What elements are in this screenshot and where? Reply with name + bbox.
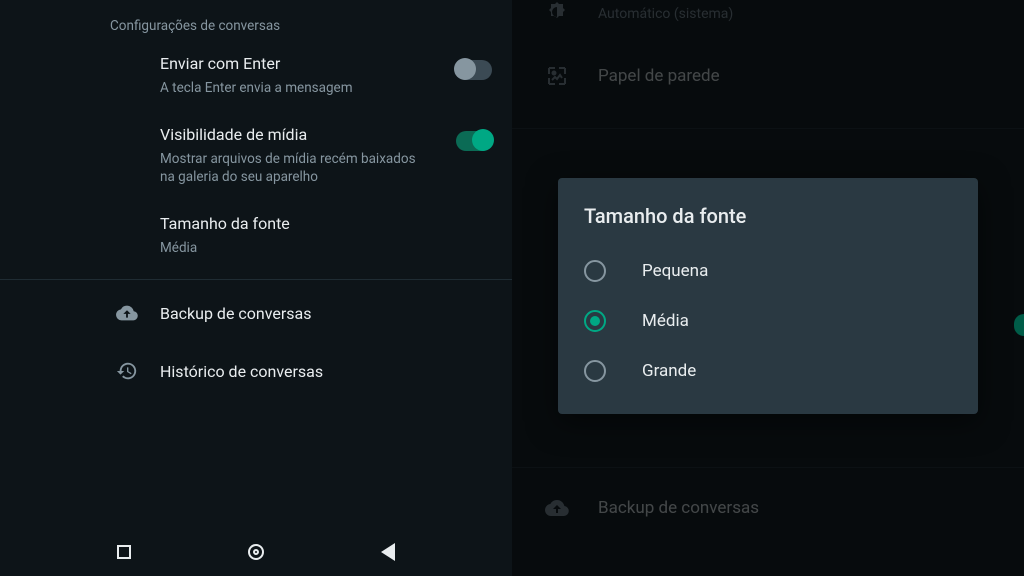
setting-chat-backup[interactable]: Backup de conversas [0, 284, 512, 342]
nav-back-button[interactable] [381, 543, 395, 561]
setting-title: Histórico de conversas [160, 362, 323, 381]
setting-title: Tamanho da fonte [160, 214, 492, 235]
radio-icon [584, 360, 606, 382]
toggle-media-visibility[interactable] [456, 131, 492, 151]
setting-font-size[interactable]: Tamanho da fonte Média [0, 200, 512, 271]
toggle-enter-to-send[interactable] [456, 60, 492, 80]
radio-icon [584, 310, 606, 332]
radio-icon [584, 260, 606, 282]
setting-title: Enviar com Enter [160, 54, 456, 75]
setting-subtitle: A tecla Enter envia a mensagem [160, 79, 420, 97]
setting-chat-history[interactable]: Histórico de conversas [0, 342, 512, 400]
history-icon [26, 360, 160, 382]
android-nav-bar [0, 528, 512, 576]
setting-subtitle: Mostrar arquivos de mídia recém baixados… [160, 150, 420, 186]
nav-recent-button[interactable] [117, 545, 131, 559]
font-option-small[interactable]: Pequena [558, 246, 978, 296]
font-option-medium[interactable]: Média [558, 296, 978, 346]
dialog-title: Tamanho da fonte [558, 200, 978, 246]
setting-media-visibility[interactable]: Visibilidade de mídia Mostrar arquivos d… [0, 111, 512, 200]
nav-home-button[interactable] [248, 544, 264, 560]
dialog-overlay[interactable]: Tamanho da fonte Pequena Média Grande [512, 0, 1024, 576]
settings-screen-left: Configurações de conversas Enviar com En… [0, 0, 512, 576]
setting-enter-to-send[interactable]: Enviar com Enter A tecla Enter envia a m… [0, 40, 512, 111]
setting-subtitle: Média [160, 239, 420, 257]
divider [0, 279, 512, 280]
setting-title: Backup de conversas [160, 304, 312, 323]
settings-screen-right: Automático (sistema) Papel de parede Bac… [512, 0, 1024, 576]
section-header-chats: Configurações de conversas [0, 0, 512, 40]
setting-title: Visibilidade de mídia [160, 125, 456, 146]
font-size-dialog: Tamanho da fonte Pequena Média Grande [558, 178, 978, 414]
radio-label: Média [642, 311, 689, 331]
font-option-large[interactable]: Grande [558, 346, 978, 396]
radio-label: Grande [642, 361, 696, 381]
cloud-upload-icon [26, 302, 160, 324]
radio-label: Pequena [642, 261, 708, 281]
